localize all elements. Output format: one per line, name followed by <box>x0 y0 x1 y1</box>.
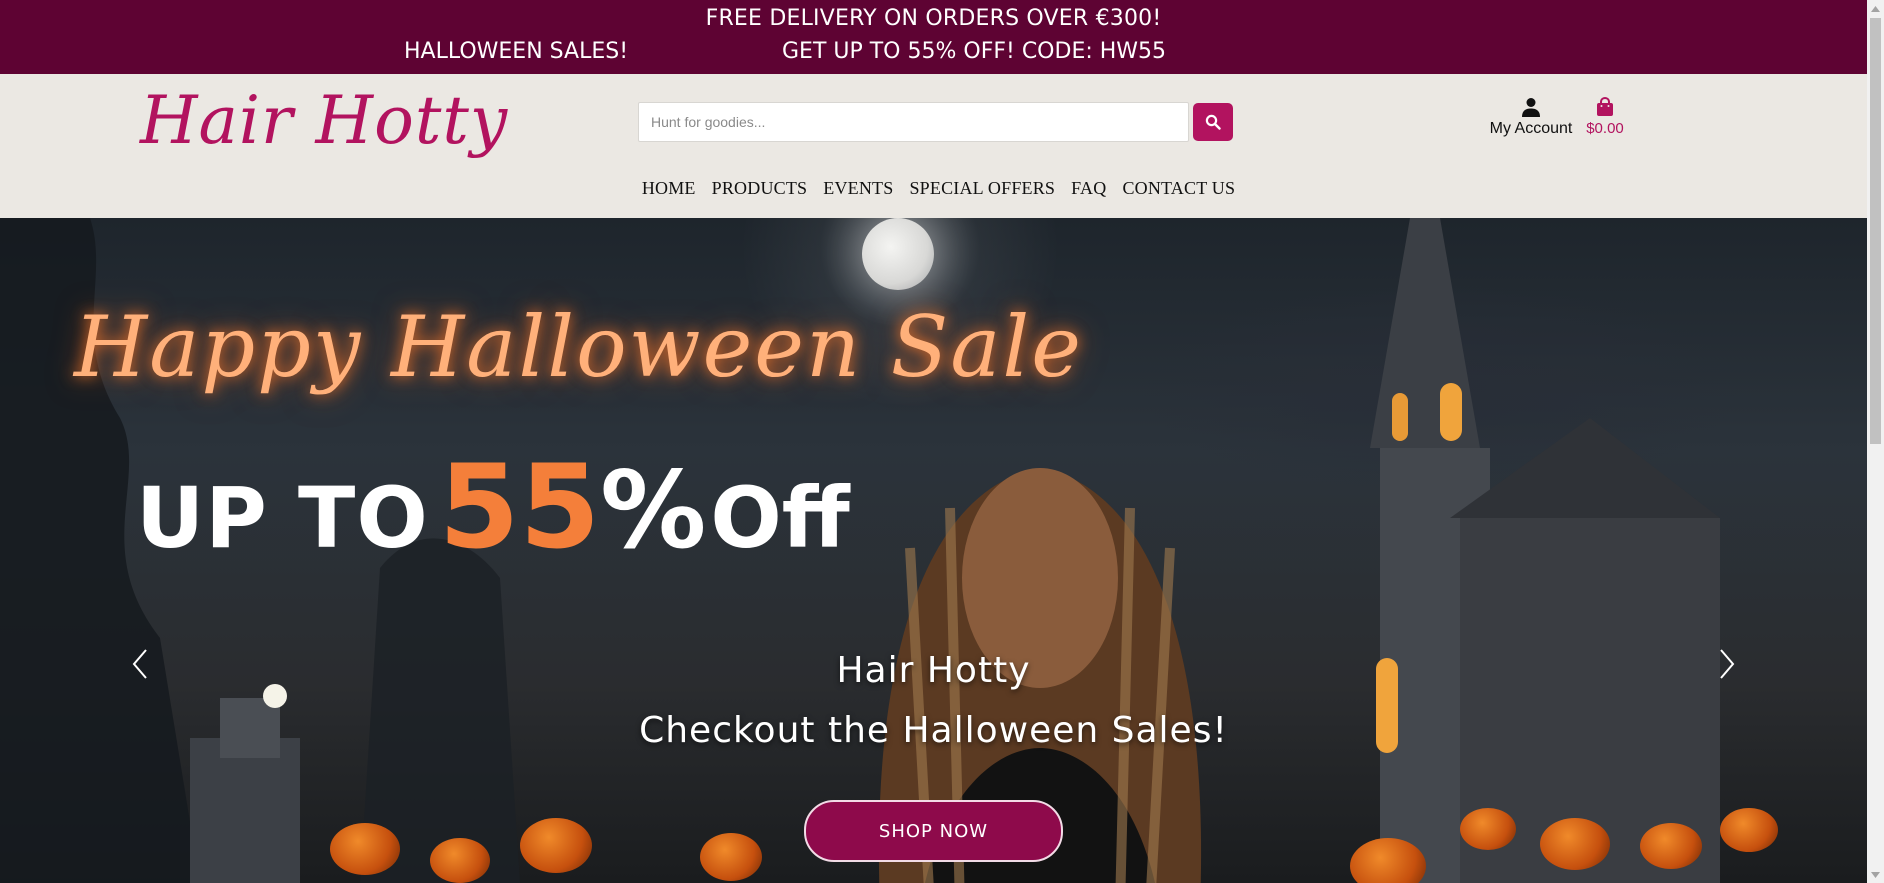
my-account-link[interactable]: My Account <box>1486 96 1576 138</box>
off-text: Off <box>710 469 850 567</box>
halloween-sale-headline: Happy Halloween Sale <box>74 298 1083 396</box>
nav-home[interactable]: HOME <box>642 178 696 199</box>
pumpkin-graphic <box>1460 808 1516 850</box>
discount-headline: UP TO55%Off <box>136 440 850 575</box>
upto-text: UP TO <box>136 469 429 567</box>
nav-products[interactable]: PRODUCTS <box>712 178 808 199</box>
scroll-down-button[interactable] <box>1867 866 1884 883</box>
shopping-bag-icon <box>1597 96 1613 116</box>
arrow-down-icon <box>1871 871 1880 878</box>
shop-now-button[interactable]: SHOP NOW <box>804 800 1063 862</box>
scroll-up-button[interactable] <box>1867 0 1884 17</box>
pumpkin-graphic <box>520 818 592 873</box>
search-icon <box>1205 114 1221 130</box>
free-delivery-text: FREE DELIVERY ON ORDERS OVER €300! <box>705 6 1162 31</box>
site-logo[interactable]: Hair Hotty <box>140 82 508 159</box>
percent-sign: % <box>600 449 707 572</box>
my-account-label: My Account <box>1489 120 1573 137</box>
pumpkin-graphic <box>1720 808 1778 852</box>
cart-link[interactable]: $0.00 <box>1582 96 1628 137</box>
arrow-up-icon <box>1871 5 1880 12</box>
carousel-caption-subtitle: Checkout the Halloween Sales! <box>639 710 1228 751</box>
promo-banner: FREE DELIVERY ON ORDERS OVER €300! HALLO… <box>0 0 1867 74</box>
search-input[interactable] <box>638 102 1189 142</box>
pumpkin-graphic <box>430 838 490 883</box>
scroll-thumb[interactable] <box>1870 18 1881 444</box>
discount-code-text: GET UP TO 55% OFF! CODE: HW55 <box>782 39 1167 64</box>
halloween-sales-text: HALLOWEEN SALES! <box>404 39 629 64</box>
hero-carousel: Happy Halloween Sale UP TO55%Off Hair Ho… <box>0 218 1867 883</box>
nav-faq[interactable]: FAQ <box>1071 178 1106 199</box>
page-scrollbar[interactable] <box>1867 0 1884 883</box>
nav-special-offers[interactable]: SPECIAL OFFERS <box>909 178 1055 199</box>
site-header: Hair Hotty My Account $0.00 HOME PRODUCT… <box>0 74 1867 218</box>
pumpkin-graphic <box>330 823 400 875</box>
church-graphic <box>1370 218 1720 883</box>
main-nav: HOME PRODUCTS EVENTS SPECIAL OFFERS FAQ … <box>0 178 1867 199</box>
pumpkin-graphic <box>700 833 762 881</box>
search-button[interactable] <box>1193 103 1233 141</box>
pumpkin-graphic <box>1640 823 1702 869</box>
discount-number: 55 <box>438 440 601 575</box>
nav-contact-us[interactable]: CONTACT US <box>1122 178 1235 199</box>
cart-total: $0.00 <box>1586 120 1624 137</box>
pumpkin-graphic <box>1540 818 1610 870</box>
user-icon <box>1522 98 1540 117</box>
carousel-caption-title: Hair Hotty <box>836 650 1031 691</box>
nav-events[interactable]: EVENTS <box>823 178 893 199</box>
moon-graphic <box>862 218 934 290</box>
